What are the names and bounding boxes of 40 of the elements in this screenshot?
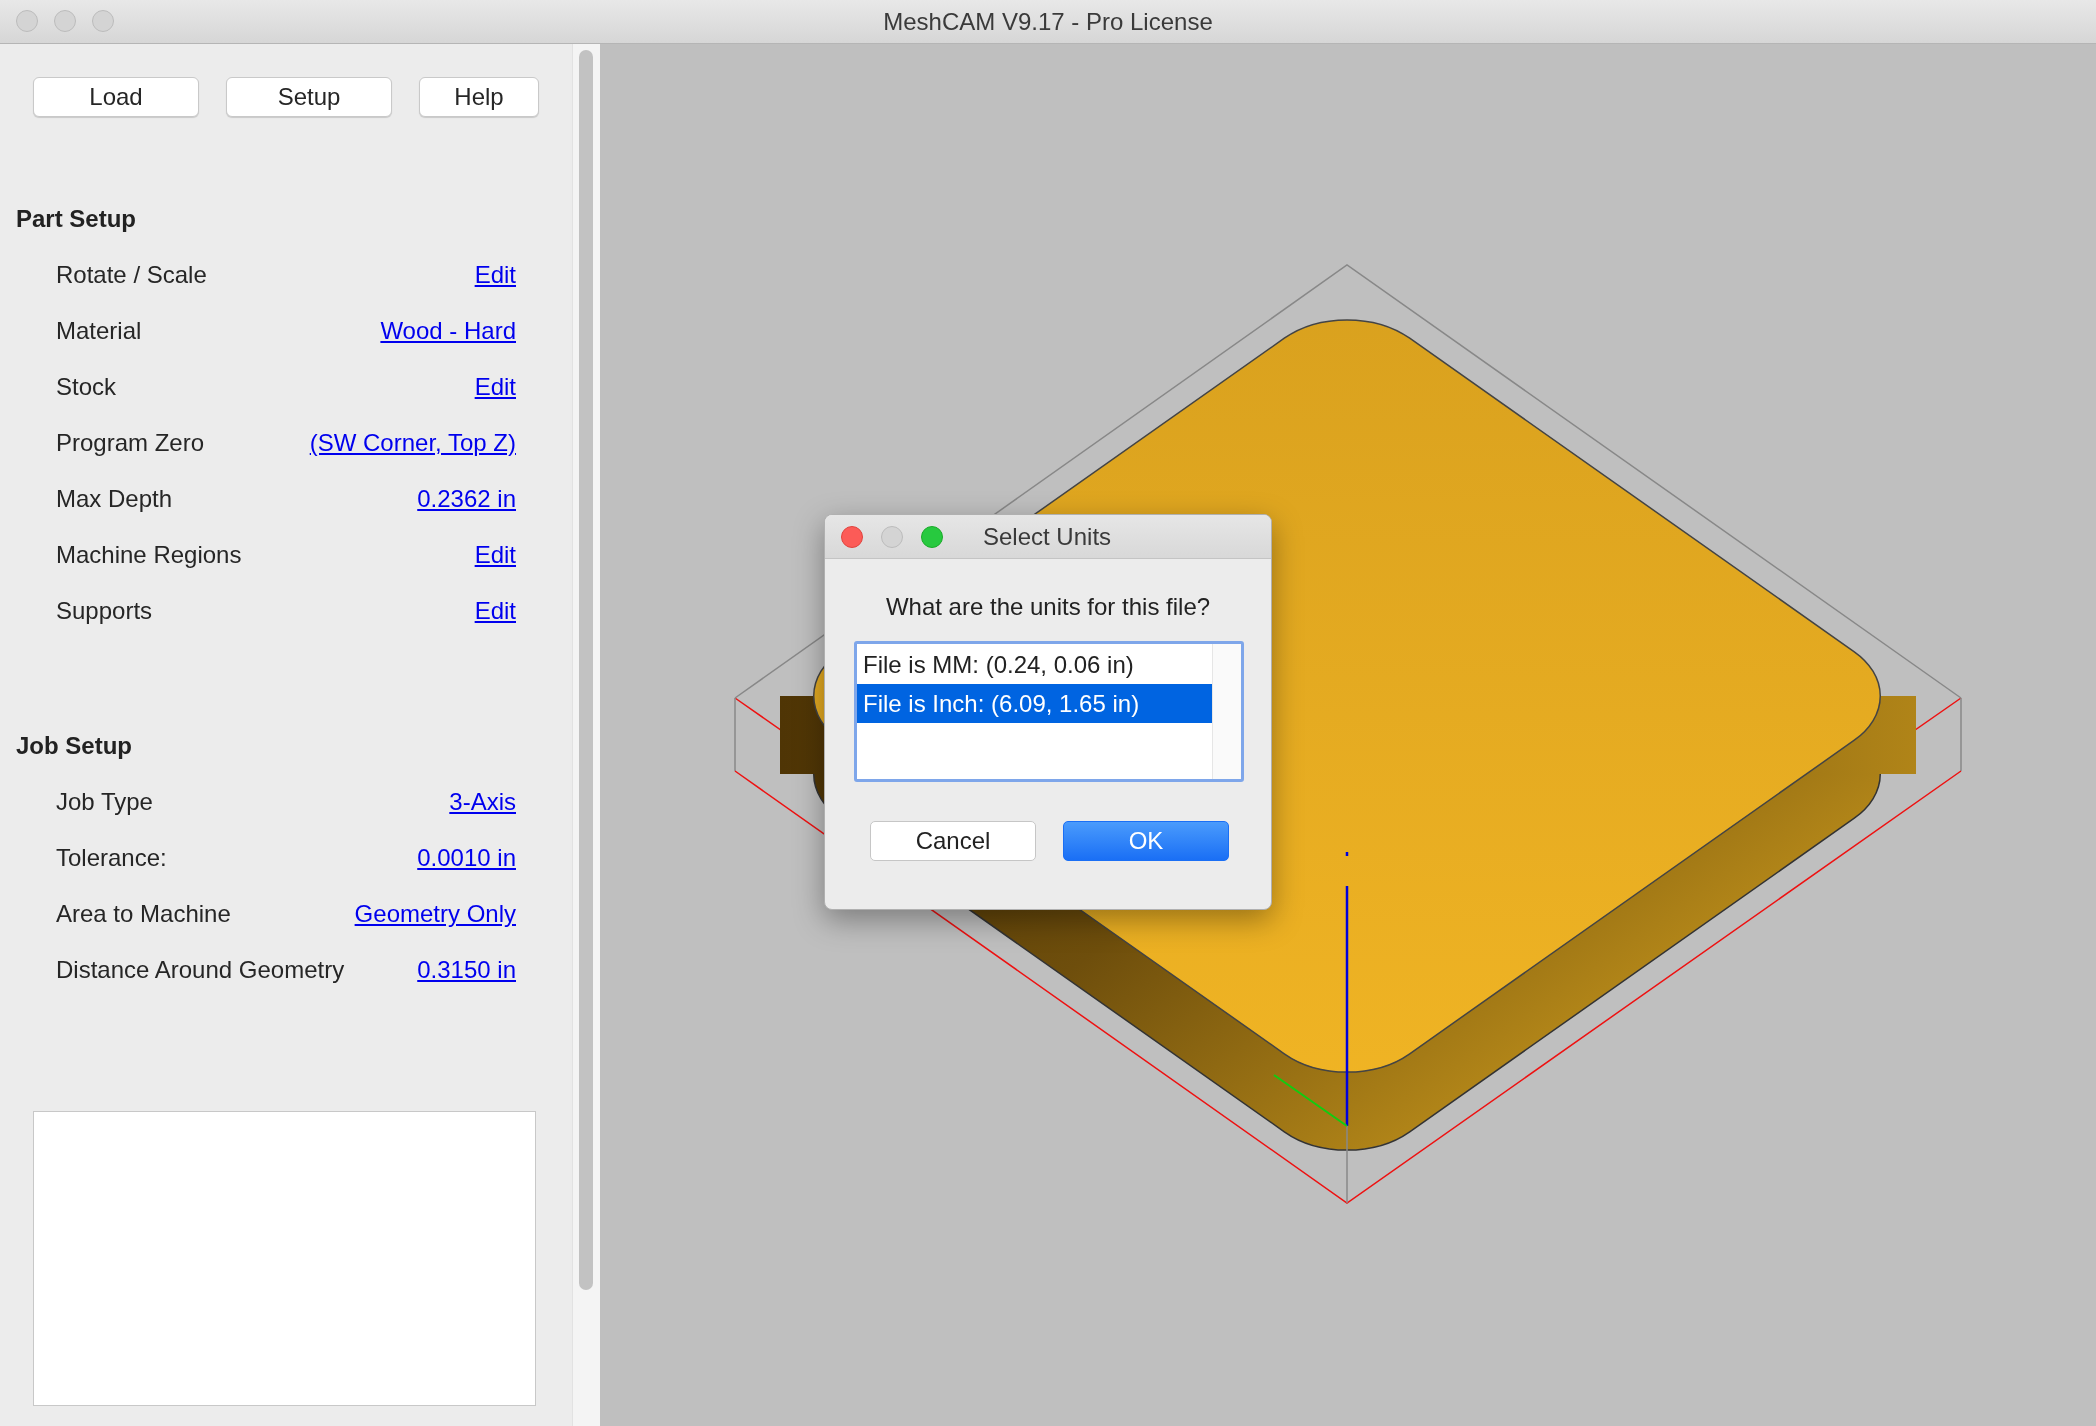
setting-label: Distance Around Geometry [56, 956, 345, 984]
setting-label: Area to Machine [56, 900, 231, 928]
units-option[interactable]: File is Inch: (6.09, 1.65 in) [857, 684, 1212, 723]
setting-label: Max Depth [56, 485, 173, 513]
setting-link[interactable]: Edit [474, 541, 516, 569]
setting-link[interactable]: Edit [474, 373, 516, 401]
toolbar-button[interactable]: Help [419, 77, 539, 117]
zoom-icon[interactable] [92, 10, 114, 32]
setting-link[interactable]: 3-Axis [449, 788, 516, 816]
toolbar-button[interactable]: Load [33, 77, 199, 117]
setting-link[interactable]: Geometry Only [354, 900, 516, 928]
setting-label: Stock [56, 373, 117, 401]
setting-label: Material [56, 317, 142, 345]
setting-link[interactable]: Wood - Hard [380, 317, 516, 345]
setting-label: Tolerance: [56, 844, 167, 872]
close-icon[interactable] [841, 525, 863, 548]
setting-label: Job Type [56, 788, 153, 816]
dialog-prompt: What are the units for this file? [884, 593, 1212, 621]
dialog-title: Select Units [983, 522, 1112, 551]
setting-label: Rotate / Scale [56, 261, 207, 289]
section-heading: Job Setup [15, 731, 133, 761]
setting-label: Supports [56, 597, 153, 625]
ok-button[interactable]: OK [1063, 821, 1229, 861]
close-icon[interactable] [16, 10, 38, 32]
setting-link[interactable]: 0.3150 in [417, 956, 516, 984]
window-title: MeshCAM V9.17 - Pro License [883, 7, 1213, 36]
setting-link[interactable]: (SW Corner, Top Z) [309, 429, 516, 457]
setting-link[interactable]: Edit [474, 261, 516, 289]
setting-link[interactable]: 0.2362 in [417, 485, 516, 513]
setting-label: Program Zero [56, 429, 205, 457]
cancel-button[interactable]: Cancel [870, 821, 1036, 861]
minimize-icon[interactable] [54, 10, 76, 32]
setting-link[interactable]: Edit [474, 597, 516, 625]
zoom-icon[interactable] [921, 525, 943, 548]
toolbar-button[interactable]: Setup [226, 77, 392, 117]
setting-link[interactable]: 0.0010 in [417, 844, 516, 872]
section-heading: Part Setup [15, 204, 138, 234]
setting-label: Machine Regions [56, 541, 242, 569]
minimize-icon[interactable] [881, 525, 903, 548]
scroll-thumb[interactable] [579, 50, 593, 1290]
